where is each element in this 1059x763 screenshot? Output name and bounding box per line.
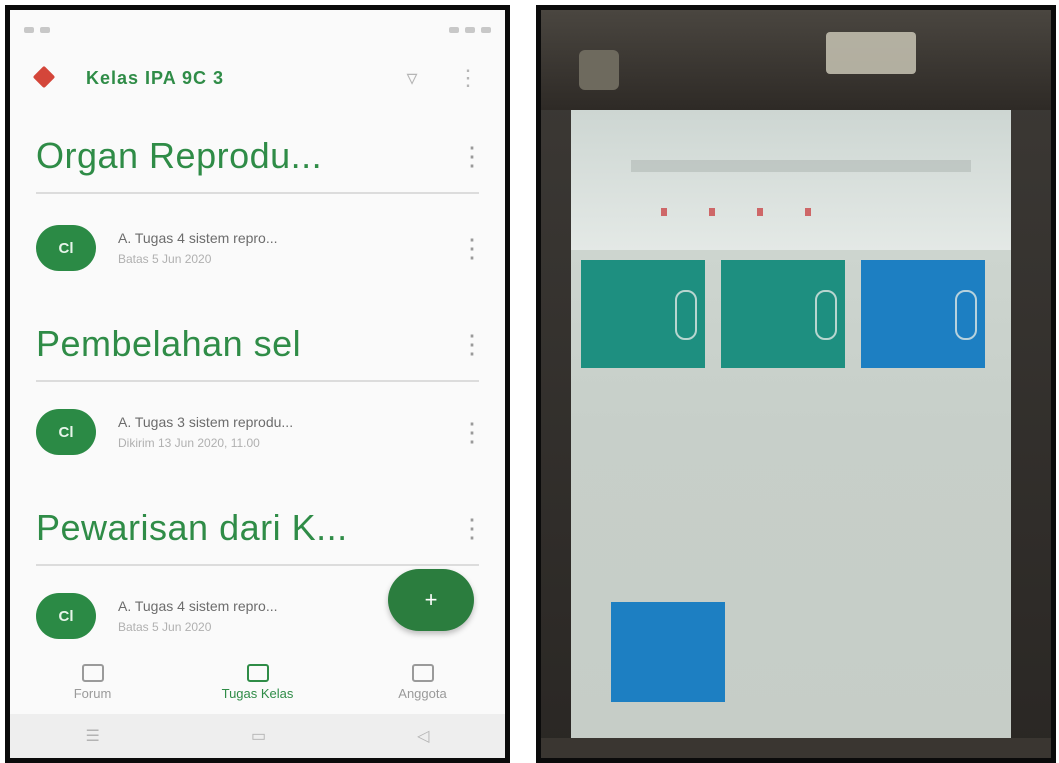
nav-people[interactable]: Anggota: [348, 663, 498, 701]
nav-label: Forum: [73, 685, 112, 701]
status-bar: [10, 10, 505, 50]
assignment-subtitle: Batas 5 Jun 2020: [118, 252, 212, 266]
assignment-menu-icon[interactable]: ⋮: [459, 417, 485, 448]
header-text-blur: [631, 160, 971, 172]
tile-arrow-icon: [675, 290, 697, 340]
battery-icon: [481, 27, 491, 33]
topic-title: Organ Reprodu...: [36, 135, 323, 176]
status-icons-left: [24, 27, 50, 33]
app-bar: Kelas IPA 9C 3 ▿ ⋮: [10, 52, 505, 104]
assignment-subtitle: Dikirim 13 Jun 2020, 11.00: [118, 436, 260, 450]
app-tile[interactable]: [861, 260, 985, 368]
assignment-title: A. Tugas 4 sistem repro...: [118, 230, 278, 246]
topic-menu-icon[interactable]: ⋮: [459, 513, 485, 544]
topic-header: Pewarisan dari K... ⋮: [36, 492, 485, 566]
more-options-icon[interactable]: ⋮: [453, 65, 483, 91]
brand-logo: [826, 32, 916, 74]
nav-classwork[interactable]: Tugas Kelas: [183, 663, 333, 701]
nav-forum[interactable]: Forum: [18, 663, 168, 701]
topic-header: Organ Reprodu... ⋮: [36, 120, 485, 194]
assignment-item[interactable]: Cl A. Tugas 4 sistem repro... Batas 5 Ju…: [36, 208, 485, 288]
nav-label: Anggota: [398, 685, 447, 701]
screen-header: [571, 110, 1011, 250]
tile-arrow-icon: [815, 290, 837, 340]
class-title: Kelas IPA 9C 3: [86, 67, 225, 88]
app-tile[interactable]: [581, 260, 705, 368]
wifi-icon: [465, 27, 475, 33]
assignment-text: A. Tugas 3 sistem reprodu... Dikirim 13 …: [118, 414, 437, 450]
topic-header: Pembelahan sel ⋮: [36, 308, 485, 382]
system-navigation-bar: ☰ ▭ ◁: [10, 714, 505, 758]
recents-icon[interactable]: ☰: [86, 726, 100, 746]
notification-icon: [24, 27, 34, 33]
red-indicator: [805, 208, 811, 216]
camera-icon: [579, 50, 619, 90]
device-screen: [571, 110, 1011, 740]
add-fab-button[interactable]: +: [388, 569, 474, 631]
assignment-item[interactable]: Cl A. Tugas 3 sistem reprodu... Dikirim …: [36, 392, 485, 472]
left-phone-screen: Kelas IPA 9C 3 ▿ ⋮ Organ Reprodu... ⋮ Cl…: [5, 5, 510, 763]
assignment-icon: Cl: [36, 409, 96, 455]
topic-menu-icon[interactable]: ⋮: [459, 141, 485, 172]
signal-icon: [449, 27, 459, 33]
filter-icon[interactable]: ▿: [397, 65, 427, 91]
red-indicator: [757, 208, 763, 216]
classwork-icon: [246, 663, 269, 682]
topic-title: Pewarisan dari K...: [36, 507, 348, 548]
home-icon[interactable]: ▭: [251, 726, 266, 746]
assignment-menu-icon[interactable]: ⋮: [459, 233, 485, 264]
topic-menu-icon[interactable]: ⋮: [459, 329, 485, 360]
tile-arrow-icon: [955, 290, 977, 340]
red-indicator: [709, 208, 715, 216]
back-arrow-icon[interactable]: [32, 67, 60, 89]
forum-icon: [81, 663, 104, 682]
topic-title: Pembelahan sel: [36, 323, 302, 364]
assignment-icon: Cl: [36, 225, 96, 271]
nav-label: Tugas Kelas: [221, 685, 294, 701]
app-tile[interactable]: [611, 602, 725, 702]
notification-icon: [40, 27, 50, 33]
right-device-photo: [536, 5, 1056, 763]
device-bottom-bezel: [541, 738, 1051, 758]
status-icons-right: [449, 27, 491, 33]
assignment-icon: Cl: [36, 593, 96, 639]
device-top-bezel: [541, 10, 1051, 110]
people-icon: [411, 663, 434, 682]
bottom-navigation: Forum Tugas Kelas Anggota: [10, 650, 505, 714]
red-indicator: [661, 208, 667, 216]
back-icon[interactable]: ◁: [417, 726, 429, 746]
red-indicator-row: [661, 208, 981, 216]
app-tile[interactable]: [721, 260, 845, 368]
assignment-text: A. Tugas 4 sistem repro... Batas 5 Jun 2…: [118, 230, 437, 266]
assignment-title: A. Tugas 3 sistem reprodu...: [118, 414, 294, 430]
